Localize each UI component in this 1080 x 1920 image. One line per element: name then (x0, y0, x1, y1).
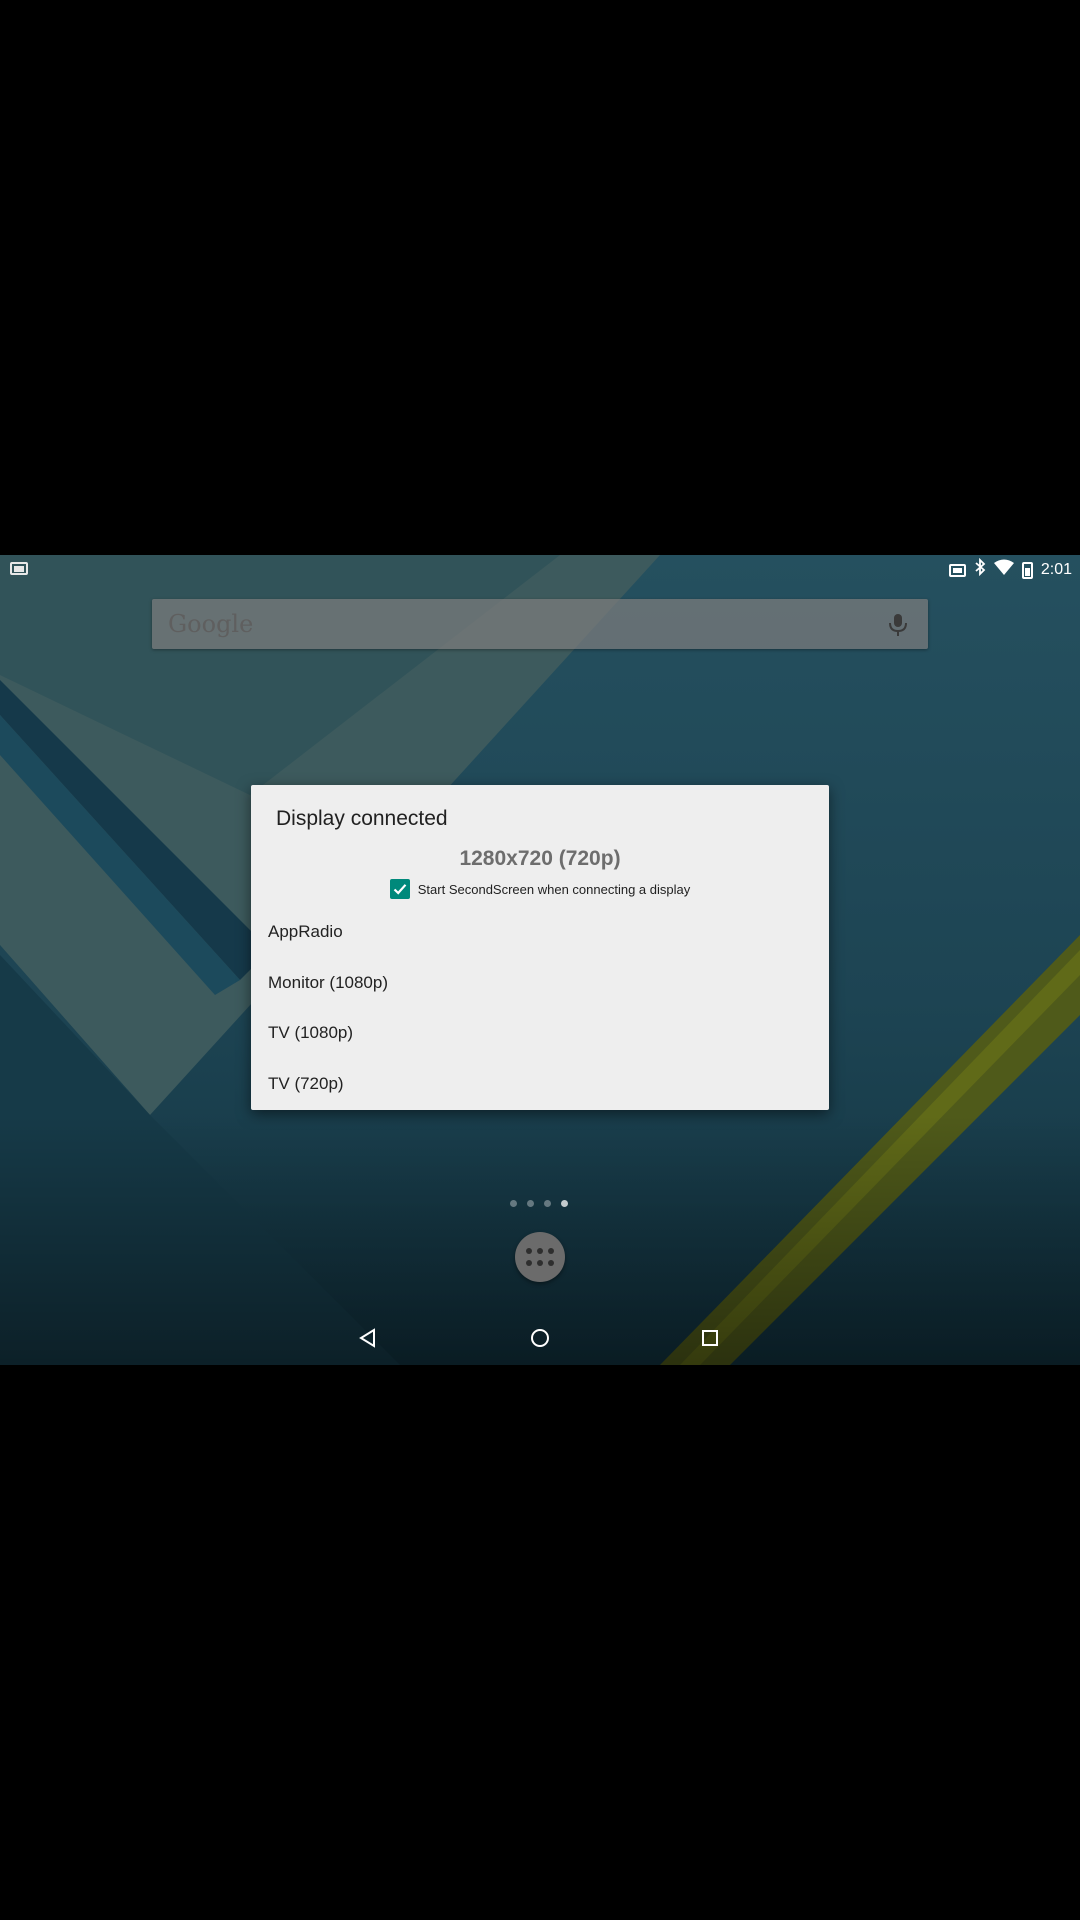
google-search-bar[interactable]: Google (152, 599, 928, 649)
status-bar: 2:01 (0, 555, 1080, 583)
mic-icon[interactable] (888, 613, 908, 637)
app-drawer-dot (537, 1248, 543, 1254)
cast-icon (948, 563, 966, 577)
app-drawer-dot (537, 1260, 543, 1266)
display-connected-dialog: Display connected 1280x720 (720p) Start … (251, 785, 829, 1110)
option-appradio[interactable]: AppRadio (268, 922, 343, 942)
page-dot (510, 1200, 517, 1207)
option-tv-720p[interactable]: TV (720p) (268, 1074, 344, 1094)
check-icon (393, 884, 407, 895)
start-secondscreen-checkbox[interactable] (389, 879, 410, 899)
app-drawer-dot (526, 1260, 532, 1266)
cast-icon (10, 562, 28, 575)
recents-button[interactable] (680, 1310, 740, 1365)
back-icon (359, 1327, 375, 1348)
option-tv-1080p[interactable]: TV (1080p) (268, 1023, 353, 1043)
app-drawer-button[interactable] (515, 1232, 565, 1282)
page-dot (561, 1200, 568, 1207)
navigation-bar (0, 1310, 1080, 1365)
battery-icon (1021, 561, 1033, 579)
app-drawer-dot (548, 1260, 554, 1266)
status-icons: 2:01 (948, 557, 1072, 582)
page-dot (527, 1200, 534, 1207)
clock: 2:01 (1040, 561, 1072, 578)
app-drawer-dot (526, 1248, 532, 1254)
checkbox-label: Start SecondScreen when connecting a dis… (417, 881, 691, 897)
dialog-title: Display connected (276, 807, 448, 830)
page-dot (544, 1200, 551, 1207)
wifi-icon (993, 559, 1014, 581)
back-button[interactable] (338, 1310, 398, 1365)
start-secondscreen-checkbox-row[interactable]: Start SecondScreen when connecting a dis… (251, 879, 829, 899)
resolution-label: 1280x720 (720p) (459, 847, 621, 870)
tablet-screen: 2:01 Google Display connected 1280x720 (… (0, 555, 1080, 1365)
google-logo: Google (168, 610, 254, 638)
bluetooth-icon (974, 557, 986, 582)
recents-icon (702, 1329, 718, 1346)
app-drawer-dot (548, 1248, 554, 1254)
page-indicator (510, 1200, 568, 1207)
option-monitor-1080p[interactable]: Monitor (1080p) (268, 973, 388, 993)
home-icon (531, 1328, 549, 1347)
home-button[interactable] (510, 1310, 570, 1365)
